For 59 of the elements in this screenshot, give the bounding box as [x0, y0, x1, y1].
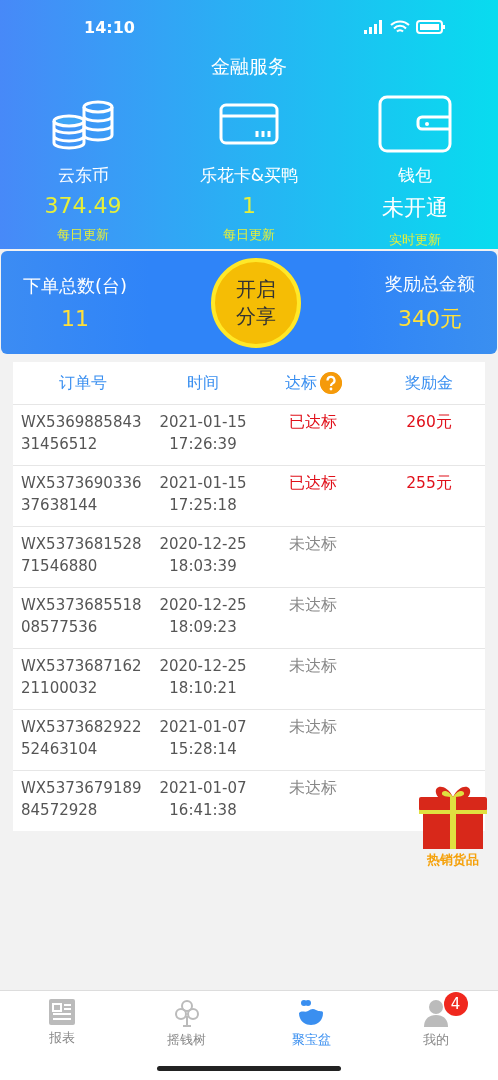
coins-icon: [51, 98, 115, 150]
column-header: 时间: [187, 372, 219, 394]
tab-item[interactable]: 聚宝盆: [249, 991, 374, 1051]
service-value: 未开通: [382, 194, 448, 222]
update-note: 实时更新: [389, 231, 441, 249]
status-text: 已达标: [288, 412, 338, 433]
column-header: 奖励金: [405, 372, 453, 394]
order-time: 2020-12-25 18:03:39: [158, 534, 248, 577]
tab-item[interactable]: 报表: [0, 991, 125, 1051]
wallet-icon: [378, 95, 452, 153]
order-time: 2020-12-25 18:09:23: [158, 595, 248, 638]
order-time: 2020-12-25 18:10:21: [158, 656, 248, 699]
status-text: 已达标: [288, 473, 338, 494]
service-value: 1: [242, 193, 256, 218]
update-note: 每日更新: [223, 226, 275, 244]
notification-badge: 4: [443, 992, 468, 1016]
person-icon: [422, 999, 449, 1027]
service-label[interactable]: 云东币: [57, 164, 109, 187]
orders-label: 下单总数(台): [23, 274, 128, 298]
reward-label: 奖励总金额: [385, 271, 475, 296]
tab-item[interactable]: 我的 4: [373, 991, 498, 1051]
status-text: 未达标: [288, 534, 338, 555]
order-time: 2021-01-07 15:28:14: [158, 717, 248, 760]
reward-amount: 255元: [406, 474, 452, 492]
order-time: 2021-01-15 17:26:39: [158, 412, 248, 455]
status-text: 未达标: [288, 778, 338, 799]
order-number: WX537368292252463104: [20, 717, 143, 760]
order-time: 2021-01-07 16:41:38: [158, 778, 248, 821]
status-text: 未达标: [288, 595, 338, 616]
reward-value: 340元: [398, 304, 462, 333]
share-button[interactable]: 开启分享: [211, 257, 301, 348]
signal-icon: [364, 20, 384, 34]
tab-item[interactable]: 摇钱树: [124, 991, 249, 1051]
report-icon: [49, 999, 76, 1025]
order-number: WX536988584331456512: [20, 412, 143, 455]
status-text: 未达标: [288, 717, 338, 738]
update-note: 每日更新: [57, 226, 109, 244]
battery-icon: [416, 20, 446, 34]
order-time: 2021-01-15 17:25:18: [158, 473, 248, 516]
order-number: WX537367918984572928: [20, 778, 143, 821]
order-number: WX537368152871546880: [20, 534, 143, 577]
status-time: 14:10: [84, 17, 135, 37]
order-number: WX537368716221100032: [20, 656, 143, 699]
status-text: 未达标: [288, 656, 338, 677]
order-number: WX537369033637638144: [20, 473, 143, 516]
pot-icon: [297, 999, 326, 1027]
reward-amount: 260元: [406, 413, 452, 431]
card-icon: [219, 103, 279, 145]
wifi-icon: [390, 19, 410, 35]
service-value: 374.49: [44, 193, 122, 218]
column-header: 订单号: [59, 372, 107, 394]
page-title: 金融服务: [210, 54, 288, 79]
column-header: 达标: [284, 372, 317, 394]
tree-icon: [173, 999, 200, 1027]
service-label[interactable]: 乐花卡&买鸭: [199, 164, 299, 187]
promo-label[interactable]: 热销货品: [427, 851, 479, 869]
order-number: WX537368551808577536: [20, 595, 143, 638]
service-label[interactable]: 钱包: [398, 164, 432, 187]
orders-value: 11: [61, 306, 89, 331]
